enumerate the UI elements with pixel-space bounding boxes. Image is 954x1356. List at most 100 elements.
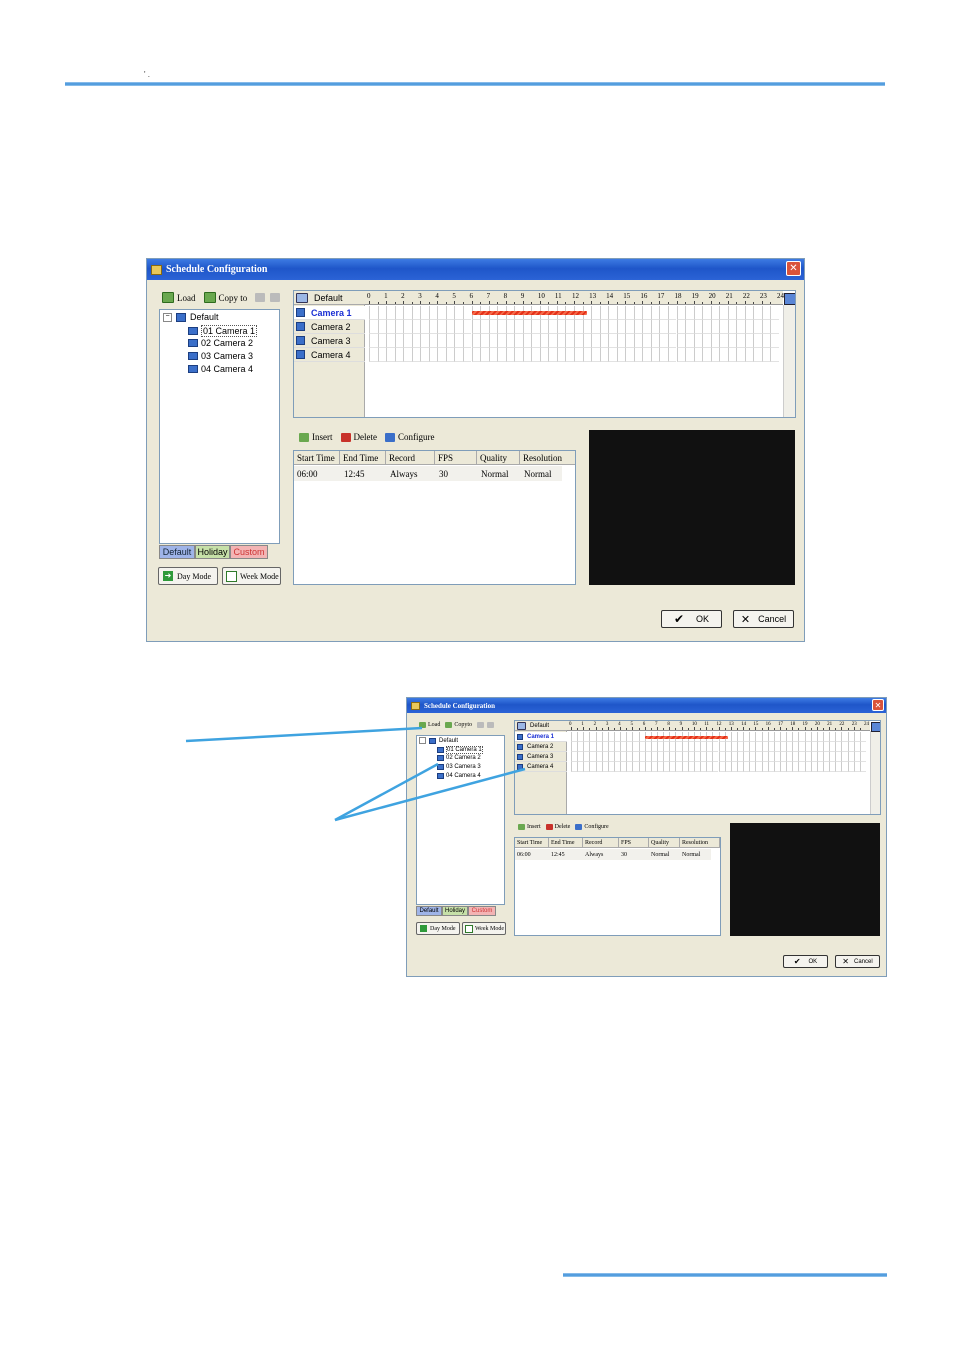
close-button[interactable]: ✕ [786,261,801,276]
schedule-cell[interactable] [676,334,686,348]
schedule-cell[interactable] [548,348,557,362]
schedule-cell[interactable] [616,334,626,348]
schedule-cell[interactable] [462,348,472,362]
schedule-cell[interactable] [428,306,438,320]
schedule-cell[interactable] [710,306,720,320]
tree-item-camera-4[interactable]: 04 Camera 4 [188,364,253,374]
schedule-cell[interactable] [522,334,532,348]
schedule-cell[interactable] [710,320,720,334]
schedule-cell[interactable] [403,320,412,334]
close-button[interactable]: ✕ [872,699,884,711]
column-header[interactable]: Quality [477,451,520,465]
schedule-cell[interactable] [420,348,429,362]
schedule-cell[interactable] [411,306,421,320]
schedule-cell[interactable] [403,348,412,362]
schedule-cell[interactable] [736,306,745,320]
schedule-cell[interactable] [591,348,600,362]
schedule-cell[interactable] [650,306,660,320]
schedule-cell[interactable] [702,348,711,362]
schedule-cell[interactable] [411,320,421,334]
schedule-cell[interactable] [761,306,771,320]
delete-button[interactable]: Delete [340,432,377,442]
schedule-cell[interactable] [514,348,523,362]
schedule-cell[interactable] [608,320,617,334]
ok-button[interactable]: ✔ OK [783,955,828,968]
schedule-cell[interactable] [480,334,489,348]
schedule-cell[interactable] [462,334,472,348]
column-header[interactable]: Record [583,838,619,848]
column-header[interactable]: End Time [549,838,583,848]
week-mode-button[interactable]: Week Mode [222,567,281,585]
column-header[interactable]: FPS [619,838,649,848]
schedule-cell[interactable] [625,306,634,320]
schedule-cell[interactable] [633,320,643,334]
tab-custom[interactable]: Custom [230,545,268,559]
tab-holiday[interactable]: Holiday [442,906,468,916]
week-mode-button[interactable]: Week Mode [462,922,506,935]
schedule-cell[interactable] [616,320,626,334]
schedule-cell[interactable] [394,320,404,334]
load-button[interactable]: Load [162,292,196,303]
tree-item-camera-1[interactable]: 01 Camera 1 [437,746,483,754]
schedule-cell[interactable] [480,320,489,334]
schedule-cell[interactable] [369,320,378,334]
column-header[interactable]: FPS [435,451,477,465]
schedule-cell[interactable] [514,334,523,348]
table-row[interactable] [294,466,562,481]
schedule-cell[interactable] [574,334,583,348]
column-header[interactable]: Start Time [515,838,549,848]
schedule-cell[interactable] [727,334,737,348]
schedule-cell[interactable] [770,306,779,320]
schedule-cell[interactable] [685,320,694,334]
schedule-cell[interactable] [565,320,574,334]
configure-button[interactable]: Configure [384,432,434,442]
schedule-cell[interactable] [659,306,668,320]
schedule-cell[interactable] [599,320,609,334]
schedule-cell[interactable] [702,306,711,320]
schedule-cell[interactable] [727,348,737,362]
schedule-cell[interactable] [428,320,438,334]
schedule-cell[interactable] [445,320,455,334]
schedule-cell[interactable] [625,320,634,334]
schedule-cell[interactable] [471,348,481,362]
schedule-cell[interactable] [454,320,463,334]
schedule-cell[interactable] [369,306,378,320]
load-button[interactable]: Load [419,722,440,728]
schedule-cell[interactable] [761,348,771,362]
collapse-icon[interactable]: − [163,312,172,322]
schedule-cell[interactable] [531,348,540,362]
schedule-cell[interactable] [591,306,600,320]
schedule-cell[interactable] [377,348,387,362]
schedule-cell[interactable] [386,306,395,320]
schedule-cell[interactable] [676,348,686,362]
schedule-cell[interactable] [454,348,463,362]
schedule-cell[interactable] [548,320,557,334]
schedule-cell[interactable] [471,334,481,348]
camera-row-4[interactable]: Camera 4 [515,762,567,772]
schedule-cell[interactable] [744,306,754,320]
schedule-cell[interactable] [386,348,395,362]
calendar-icon[interactable] [784,293,795,305]
schedule-cell[interactable] [693,348,703,362]
schedule-cell[interactable] [539,320,549,334]
schedule-cell[interactable] [522,348,532,362]
cancel-button[interactable]: ✕ Cancel [835,955,880,968]
recording-bar[interactable] [471,311,587,315]
paste-icon[interactable] [477,722,484,728]
delete-button[interactable]: Delete [545,824,570,830]
camera-row-3[interactable]: Camera 3 [294,334,365,348]
schedule-cell[interactable] [727,320,737,334]
schedule-cell[interactable] [736,348,745,362]
schedule-cell[interactable] [642,348,651,362]
tab-default[interactable]: Default [159,545,195,559]
schedule-cell[interactable] [744,348,754,362]
schedule-cell[interactable] [859,752,866,762]
grid-scrollbar[interactable] [783,305,795,417]
schedule-cell[interactable] [710,348,720,362]
day-mode-button[interactable]: ➜ Day Mode [158,567,218,585]
paste-icon[interactable] [255,293,266,302]
schedule-cell[interactable] [480,348,489,362]
schedule-cell[interactable] [599,306,609,320]
column-header[interactable]: Resolution [680,838,720,848]
schedule-cell[interactable] [462,306,472,320]
